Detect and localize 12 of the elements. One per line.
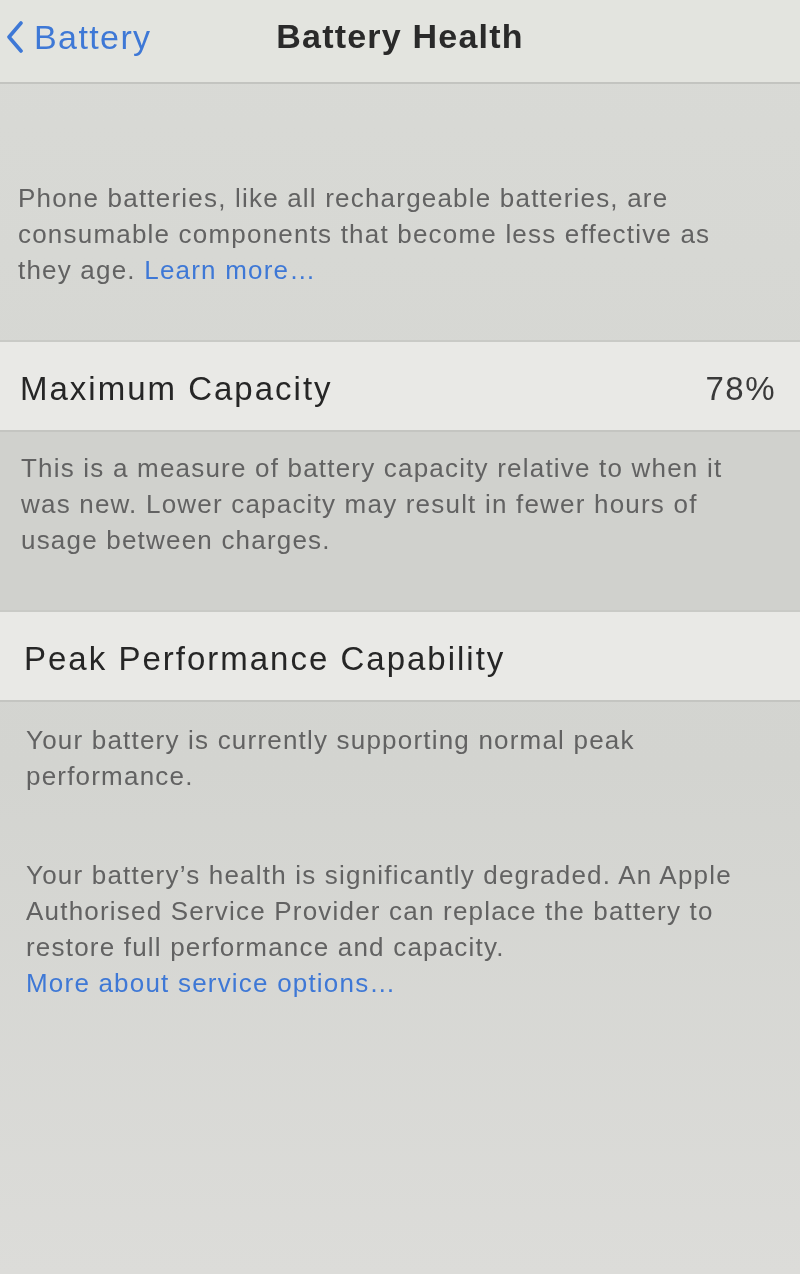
row-value: 78%: [705, 370, 776, 408]
chevron-icon: [6, 21, 24, 53]
page-title: Battery Health: [276, 16, 524, 56]
service-options-link[interactable]: More about service options…: [26, 968, 397, 998]
footer-text: This is a measure of battery capacity relative to when it was new. Lower capacity may result in fewer hours of usage between charges.: [21, 452, 724, 557]
back-button[interactable]: Battery: [0, 17, 152, 65]
row-label: Maximum Capacity: [20, 370, 333, 408]
intro-text: Phone batteries, like all rechargeable batteries, are consumable components that become less effective as they age. Learn more…: [18, 182, 712, 287]
footer-text: Your battery’s health is significantly degraded. An Apple Authorised Service Provider can replace the battery to restore full performance and capacity. More about service options…: [26, 859, 733, 1000]
learn-more-link[interactable]: Learn more…: [144, 255, 317, 285]
footer-text: Your battery is currently supporting normal peak performance.: [26, 724, 636, 793]
row-label: Peak Performance Capability: [24, 640, 506, 678]
